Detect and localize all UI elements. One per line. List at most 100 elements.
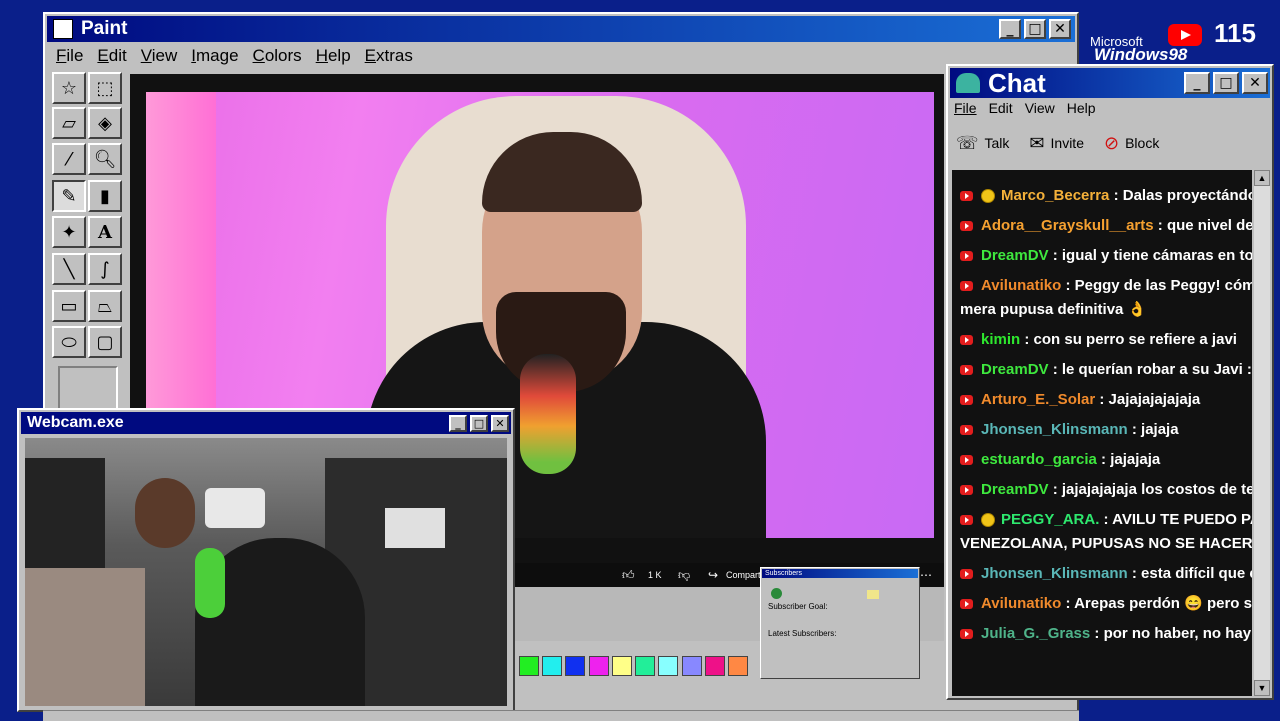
color-swatch[interactable]	[612, 656, 632, 676]
more-icon[interactable]: ⋯	[920, 568, 932, 582]
chat-menu-view[interactable]: View	[1025, 100, 1055, 116]
airbrush-icon[interactable]: ✦	[52, 216, 86, 248]
like-icon[interactable]: 👍︎	[622, 568, 635, 583]
scroll-down-arrow-icon[interactable]: ▼	[1254, 680, 1270, 696]
chat-window: Chat _ □ ✕ File Edit View Help ☏ Talk ✉ …	[946, 64, 1274, 700]
color-swatch[interactable]	[519, 656, 539, 676]
rectangle-tool-icon[interactable]: ▭	[52, 290, 86, 322]
talk-icon[interactable]: ☏	[956, 133, 979, 154]
chat-message: estuardo_garcia : jajajaja	[952, 448, 1252, 472]
color-picker-icon[interactable]: ⁄	[52, 143, 86, 175]
chat-text: : jajajaja	[1096, 451, 1161, 468]
chat-menu-file[interactable]: File	[954, 100, 977, 116]
youtube-icon	[960, 569, 973, 580]
paint-menubar: File Edit View Image Colors Help Extras	[49, 46, 420, 66]
webcam-window: Webcam.exe _ □ ✕	[17, 408, 515, 712]
chat-toolbar: ☏ Talk ✉ Invite ⊘ Block	[956, 128, 1159, 158]
color-swatch[interactable]	[658, 656, 678, 676]
menu-edit[interactable]: Edit	[90, 46, 133, 66]
color-swatch[interactable]	[565, 656, 585, 676]
chat-message: DreamDV : le querían robar a su Javi :(	[952, 358, 1252, 382]
chat-username: Avilunatiko	[981, 277, 1062, 294]
text-tool-icon[interactable]: A	[88, 216, 122, 248]
subscriber-count: 115	[1214, 18, 1256, 48]
menu-extras[interactable]: Extras	[358, 46, 420, 66]
fill-bucket-icon[interactable]: ◈	[88, 107, 122, 139]
close-button[interactable]: ✕	[1049, 19, 1071, 39]
rounded-rect-tool-icon[interactable]: ▢	[88, 326, 122, 358]
chat-username: DreamDV	[981, 247, 1049, 264]
chat-username: DreamDV	[981, 361, 1049, 378]
chat-text-continued: mera pupusa definitiva 👌	[960, 301, 1147, 318]
dislike-icon[interactable]: 👎︎	[678, 568, 690, 583]
webcam-minimize-button[interactable]: _	[449, 414, 467, 432]
talk-button[interactable]: Talk	[985, 135, 1010, 151]
youtube-icon	[960, 365, 973, 376]
color-swatch[interactable]	[542, 656, 562, 676]
chat-text: : jajaja	[1127, 421, 1179, 438]
chat-close-button[interactable]: ✕	[1242, 72, 1268, 94]
globe-icon	[771, 588, 782, 599]
chat-menu-help[interactable]: Help	[1067, 100, 1096, 116]
menu-image[interactable]: Image	[184, 46, 245, 66]
chat-username: Arturo_E._Solar	[981, 391, 1096, 408]
maximize-button[interactable]: □	[1024, 19, 1046, 39]
windows98-label: Windows98	[1094, 45, 1188, 64]
webcam-maximize-button[interactable]: □	[470, 414, 488, 432]
minimize-button[interactable]: _	[999, 19, 1021, 39]
line-tool-icon[interactable]: ╲	[52, 253, 86, 285]
tool-options-box[interactable]	[58, 366, 118, 410]
eraser-icon[interactable]: ▱	[52, 107, 86, 139]
color-swatch[interactable]	[705, 656, 725, 676]
chat-scrollbar[interactable]: ▲ ▼	[1254, 170, 1270, 696]
chat-message: Avilunatiko : Peggy de las Peggy! cómo a…	[952, 274, 1252, 322]
menu-colors[interactable]: Colors	[246, 46, 309, 66]
share-icon[interactable]: ↪	[708, 568, 718, 582]
menu-view[interactable]: View	[134, 46, 185, 66]
chat-message: Jhonsen_Klinsmann : jajaja	[952, 418, 1252, 442]
ellipse-tool-icon[interactable]: ⬭	[52, 326, 86, 358]
chat-message: Julia_G._Grass : por no haber, no hay ni…	[952, 622, 1252, 646]
polygon-tool-icon[interactable]: ⏢	[88, 290, 122, 322]
youtube-icon	[960, 599, 973, 610]
member-badge-icon	[981, 513, 995, 528]
invite-button[interactable]: Invite	[1051, 135, 1084, 151]
chat-minimize-button[interactable]: _	[1184, 72, 1210, 94]
magnifier-icon[interactable]: 🔍︎	[88, 143, 122, 175]
windows98-badge: Microsoft Windows98 115	[1086, 14, 1280, 66]
chat-menu-edit[interactable]: Edit	[989, 100, 1013, 116]
invite-icon[interactable]: ✉	[1029, 133, 1044, 154]
color-swatch[interactable]	[589, 656, 609, 676]
chat-maximize-button[interactable]: □	[1213, 72, 1239, 94]
color-swatch[interactable]	[728, 656, 748, 676]
chat-message: DreamDV : igual y tiene cámaras en toda …	[952, 244, 1252, 268]
curve-tool-icon[interactable]: ∫	[88, 253, 122, 285]
menu-file[interactable]: File	[49, 46, 90, 66]
menu-help[interactable]: Help	[309, 46, 358, 66]
chat-message: PEGGY_ARA. : AVILU TE PUEDO PASAR VENEZOL…	[952, 508, 1252, 556]
webcam-feed	[25, 438, 507, 706]
color-swatch[interactable]	[682, 656, 702, 676]
chat-text: : que nivel de par	[1157, 217, 1252, 234]
chat-username: Julia_G._Grass	[981, 625, 1091, 642]
chat-message: kimin : con su perro se refiere a javi	[952, 328, 1252, 352]
member-badge-icon	[981, 189, 995, 204]
youtube-icon	[960, 485, 973, 496]
brush-icon[interactable]: ▮	[88, 180, 122, 212]
block-button[interactable]: Block	[1125, 135, 1159, 151]
chat-username: Jhonsen_Klinsmann	[981, 421, 1128, 438]
free-select-icon[interactable]: ☆	[52, 72, 86, 104]
chat-titlebar: Chat _ □ ✕	[950, 68, 1270, 98]
subscribers-window: Subscribers Subscriber Goal: Latest Subs…	[760, 567, 920, 679]
webcam-close-button[interactable]: ✕	[491, 414, 509, 432]
youtube-icon	[960, 425, 973, 436]
rect-select-icon[interactable]: ⬚	[88, 72, 122, 104]
scroll-up-arrow-icon[interactable]: ▲	[1254, 170, 1270, 186]
color-swatch[interactable]	[635, 656, 655, 676]
block-icon[interactable]: ⊘	[1104, 133, 1119, 154]
chat-message: Jhonsen_Klinsmann : esta difícil que el …	[952, 562, 1252, 586]
chat-title: Chat	[988, 67, 1046, 98]
pencil-icon[interactable]: ✎	[52, 180, 86, 212]
youtube-icon	[960, 251, 973, 262]
chat-text: : Arepas perdón 😄 pero si, lue	[1065, 595, 1252, 612]
